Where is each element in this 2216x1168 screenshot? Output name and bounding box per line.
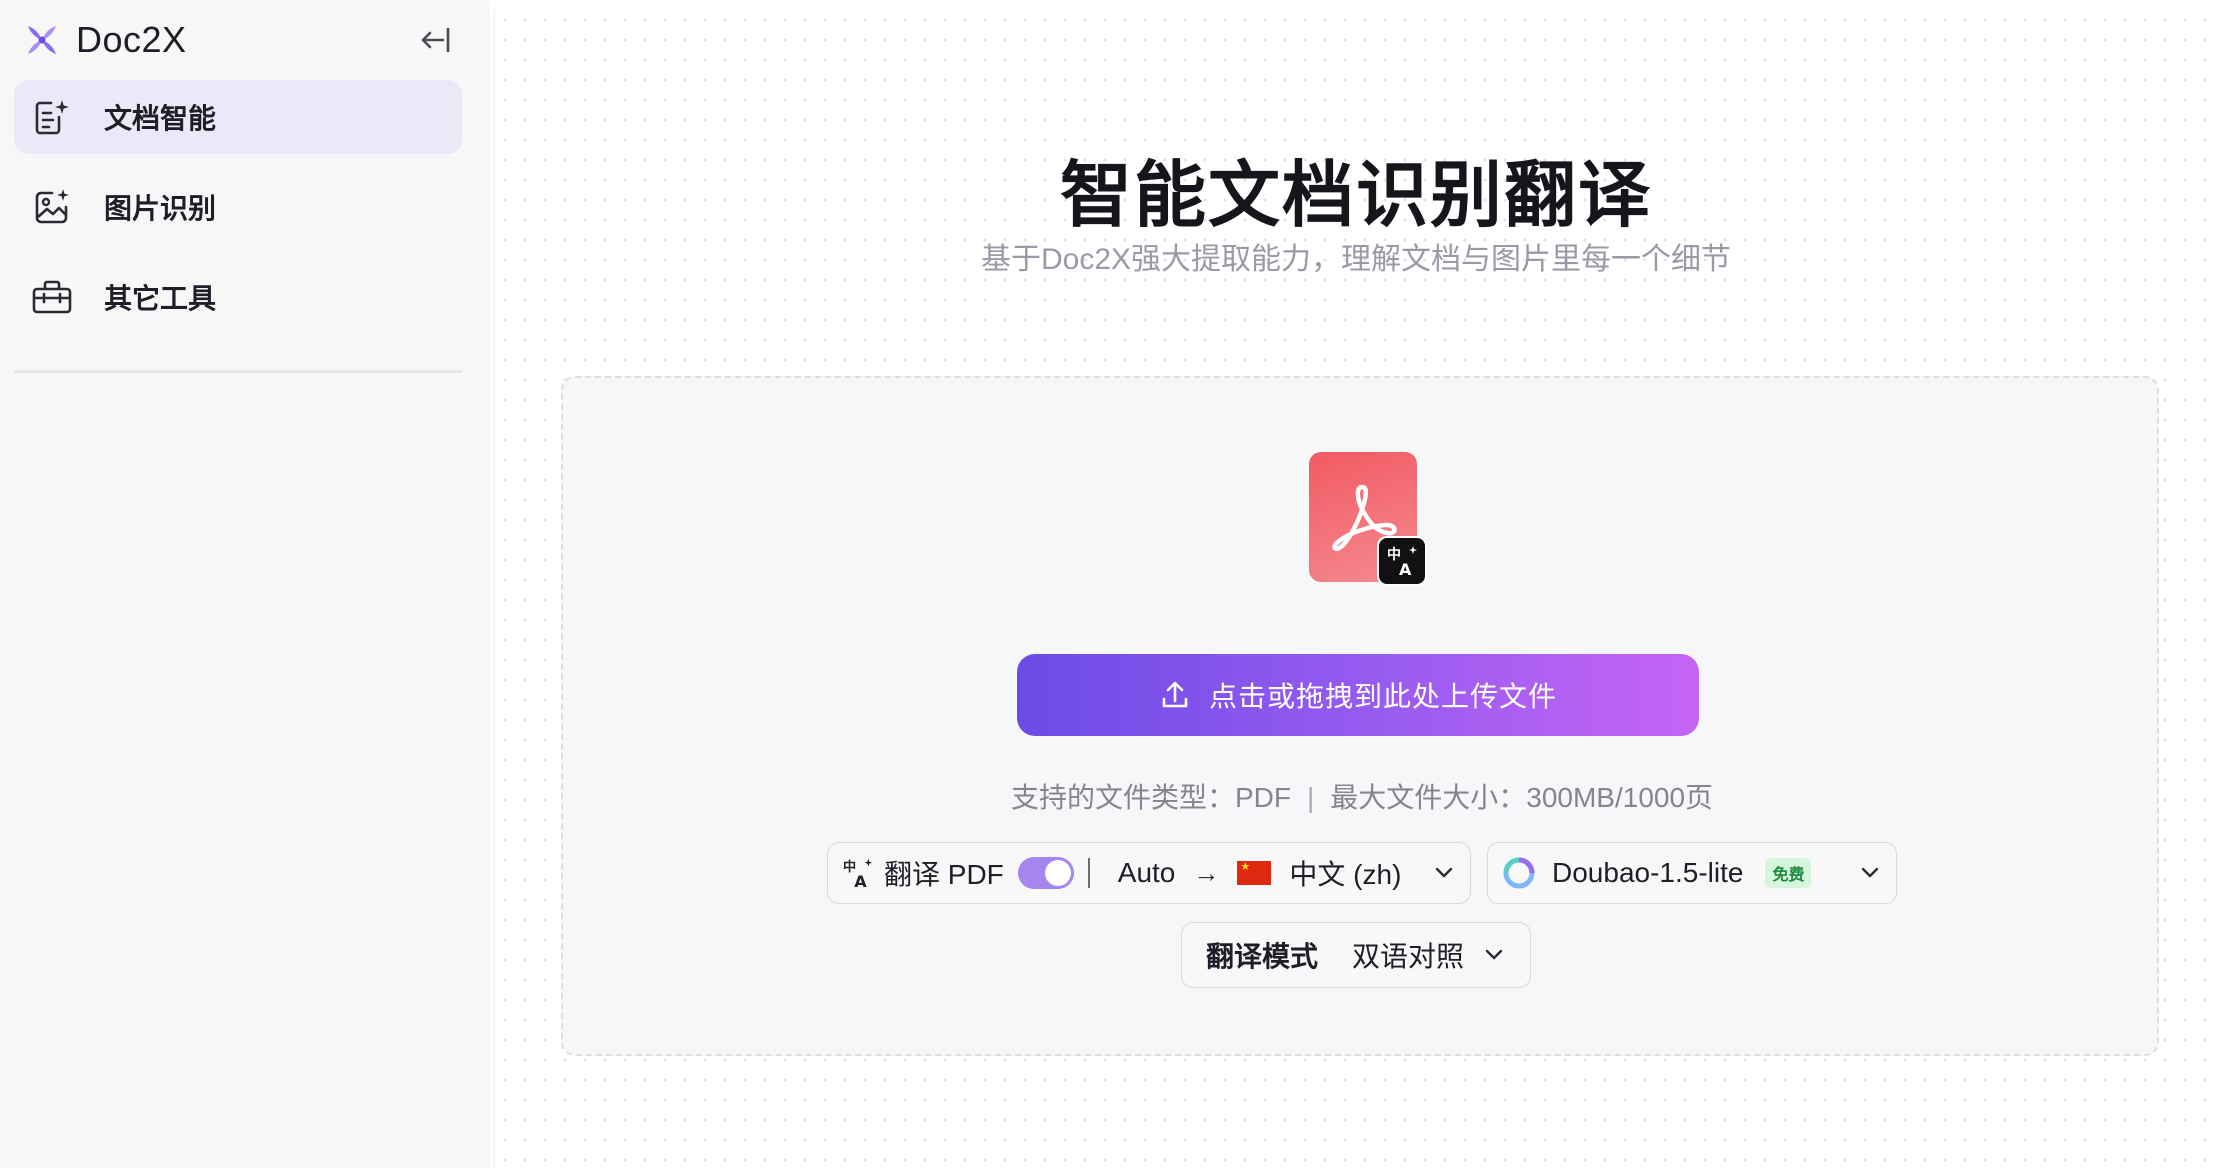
translate-pdf-toggle[interactable] — [1017, 857, 1074, 889]
chevron-down-icon[interactable] — [1858, 861, 1882, 885]
sidebar-divider — [14, 370, 462, 373]
upload-icon — [1162, 681, 1188, 708]
translation-mode-label: 翻译模式 — [1206, 941, 1319, 972]
options-row: 中 A 翻译 PDF Auto → ★ 中文 (zh) Doubao-1.5-l… — [563, 842, 2161, 904]
doubao-logo-icon — [1503, 857, 1535, 889]
upload-constraints: 支持的文件类型：PDF | 最大文件大小：300MB/1000页 — [563, 776, 2161, 816]
supported-types: 支持的文件类型：PDF — [1010, 782, 1291, 813]
source-language[interactable]: Auto — [1118, 857, 1176, 889]
svg-text:A: A — [854, 872, 867, 889]
page-title: 智能文档识别翻译 — [1059, 156, 1652, 236]
chevron-down-icon[interactable] — [1482, 943, 1506, 967]
translation-mode-selector[interactable]: 翻译模式 双语对照 — [1181, 922, 1531, 988]
sidebar-item-document-intelligence[interactable]: 文档智能 — [14, 80, 462, 154]
free-badge: 免费 — [1765, 858, 1812, 888]
translation-mode-value: 双语对照 — [1352, 941, 1465, 972]
toolbox-icon — [30, 275, 74, 319]
page-subtitle: 基于Doc2X强大提取能力，理解文档与图片里每一个细节 — [980, 243, 1732, 276]
sidebar-item-label: 其它工具 — [104, 283, 217, 314]
china-flag-icon: ★ — [1237, 861, 1272, 885]
upload-button-label: 点击或拖拽到此处上传文件 — [1208, 681, 1557, 712]
translate-icon: 中 A — [1377, 536, 1427, 586]
model-selector[interactable]: Doubao-1.5-lite 免费 — [1487, 842, 1897, 904]
sidebar-item-image-recognition[interactable]: 图片识别 — [14, 170, 462, 244]
brand-name: Doc2X — [76, 19, 187, 60]
svg-text:A: A — [1399, 560, 1412, 578]
pill-divider — [1087, 858, 1090, 888]
sidebar-item-label: 文档智能 — [104, 103, 217, 134]
translate-pdf-label: 翻译 PDF — [884, 859, 1004, 890]
translate-icon: 中 A — [843, 858, 873, 889]
target-language[interactable]: 中文 (zh) — [1289, 853, 1401, 893]
brand[interactable]: Doc2X — [24, 18, 187, 62]
document-sparkle-icon — [30, 95, 74, 139]
arrow-right-icon: → — [1193, 857, 1220, 888]
upload-dropzone[interactable]: 中 A 点击或拖拽到此处上传文件 支持的文件类型：PDF | 最大文件大小：300M… — [561, 376, 2159, 1056]
sidebar-nav: 文档智能 图片识别 其它工具 — [14, 80, 462, 350]
toggle-knob — [1044, 860, 1071, 886]
upload-file-button[interactable]: 点击或拖拽到此处上传文件 — [1017, 654, 1699, 736]
sidebar-item-label: 图片识别 — [104, 193, 217, 224]
doc2x-logo-icon — [28, 26, 56, 54]
image-sparkle-icon — [30, 185, 74, 229]
app-root: Doc2X 文档智能 图片识别 其它工具 智能文档识别翻译 基于Doc2X强大提… — [0, 0, 2216, 1168]
collapse-left-icon — [421, 27, 450, 53]
constraints-separator: | — [1306, 782, 1315, 813]
translate-language-selector[interactable]: 中 A 翻译 PDF Auto → ★ 中文 (zh) — [827, 842, 1471, 904]
chevron-down-icon[interactable] — [1432, 861, 1456, 885]
sidebar-item-other-tools[interactable]: 其它工具 — [14, 260, 462, 334]
main-content: 智能文档识别翻译 基于Doc2X强大提取能力，理解文档与图片里每一个细节 中 A — [494, 10, 2216, 1168]
collapse-sidebar-button[interactable] — [416, 20, 456, 60]
model-name: Doubao-1.5-lite — [1552, 857, 1744, 888]
sidebar: Doc2X 文档智能 图片识别 其它工具 — [0, 0, 490, 1168]
max-file-size: 最大文件大小：300MB/1000页 — [1330, 782, 1714, 813]
